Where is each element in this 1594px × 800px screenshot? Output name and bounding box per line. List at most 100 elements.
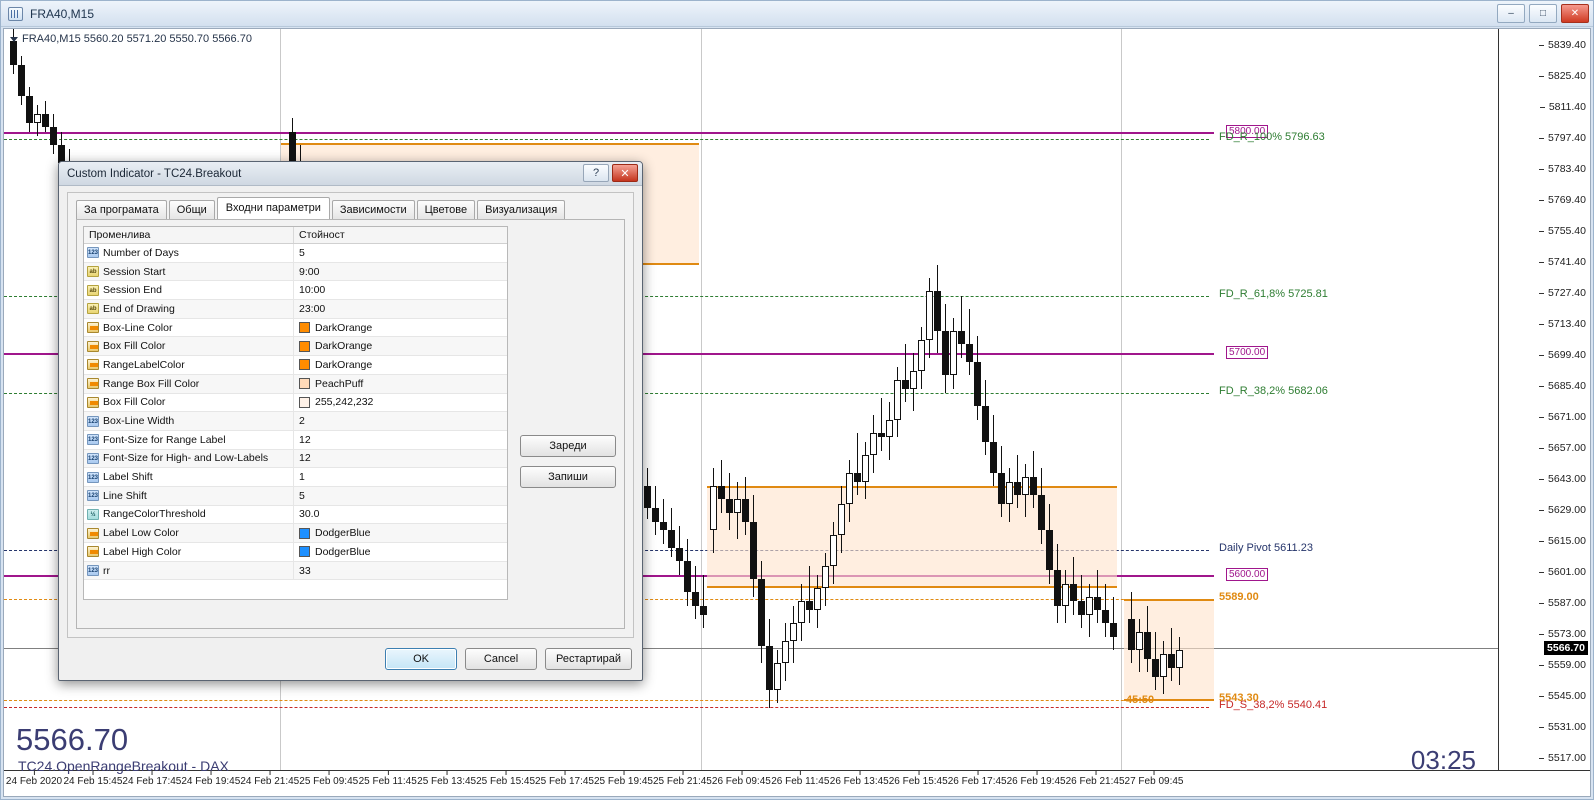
- table-row[interactable]: Label High Color DodgerBlue: [84, 543, 507, 562]
- str-type-icon: ab: [87, 284, 99, 296]
- parameter-value[interactable]: DarkOrange: [315, 359, 372, 371]
- footer-button-1[interactable]: Cancel: [465, 648, 538, 670]
- parameter-value[interactable]: 23:00: [299, 303, 325, 315]
- time-tick: 26 Feb 11:45: [771, 770, 830, 787]
- parameter-value[interactable]: 5: [299, 490, 305, 502]
- color-swatch[interactable]: [299, 546, 310, 558]
- tab-1[interactable]: Общи: [168, 200, 215, 220]
- color-swatch[interactable]: [299, 396, 310, 408]
- price-tick: 5671.00: [1539, 411, 1586, 424]
- price-tick: 5657.00: [1539, 442, 1586, 455]
- color-swatch[interactable]: [299, 359, 310, 371]
- table-row[interactable]: Range Box Fill Color PeachPuff: [84, 374, 507, 394]
- table-row[interactable]: RangeLabelColor DarkOrange: [84, 356, 507, 375]
- parameter-name: Box-Line Color: [103, 321, 173, 334]
- tab-4[interactable]: Цветове: [416, 200, 476, 220]
- help-icon[interactable]: ?: [583, 164, 609, 182]
- table-row[interactable]: Box Fill Color DarkOrange: [84, 337, 507, 357]
- parameter-value[interactable]: 2: [299, 415, 305, 427]
- ohlc-text: FRA40,M15 5560.20 5571.20 5550.70 5566.7…: [22, 33, 252, 45]
- candle-body: [668, 530, 675, 549]
- parameter-value[interactable]: 10:00: [299, 284, 325, 296]
- parameter-name: RangeColorThreshold: [103, 508, 206, 521]
- chart-big-price: 5566.70: [16, 722, 129, 757]
- parameter-name: Session End: [103, 284, 162, 297]
- table-row[interactable]: 123 Font-Size for High- and Low-Labels 12: [84, 449, 507, 469]
- candle-body: [1094, 596, 1101, 611]
- price-tick: 5797.40: [1539, 131, 1586, 144]
- dialog-close-icon[interactable]: ✕: [612, 164, 638, 182]
- tab-0[interactable]: За програмата: [76, 200, 167, 220]
- price-tick: 5601.00: [1539, 566, 1586, 579]
- color-type-icon: [87, 396, 99, 408]
- parameter-value[interactable]: PeachPuff: [315, 378, 363, 390]
- time-tick: 26 Feb 13:45: [829, 770, 889, 787]
- close-button[interactable]: ✕: [1561, 4, 1589, 23]
- table-row[interactable]: 123 Number of Days 5: [84, 244, 507, 263]
- parameter-value[interactable]: DodgerBlue: [315, 546, 370, 558]
- table-row[interactable]: 123 rr 33: [84, 561, 507, 581]
- table-row[interactable]: Box Fill Color 255,242,232: [84, 393, 507, 413]
- minimize-button[interactable]: –: [1497, 4, 1525, 23]
- parameter-value[interactable]: 9:00: [299, 266, 319, 278]
- candle-body: [934, 291, 941, 332]
- table-row[interactable]: ab Session Start 9:00: [84, 262, 507, 282]
- tab-2[interactable]: Входни параметри: [216, 197, 330, 221]
- price-tick: 5517.00: [1539, 752, 1586, 765]
- tab-3[interactable]: Зависимости: [331, 200, 415, 220]
- color-swatch[interactable]: [299, 322, 310, 334]
- table-row[interactable]: Box-Line Color DarkOrange: [84, 318, 507, 338]
- parameter-value[interactable]: DarkOrange: [315, 322, 372, 334]
- table-row[interactable]: 123 Label Shift 1: [84, 468, 507, 487]
- parameters-grid[interactable]: Променлива Стойност 123 Number of Days 5 ab…: [83, 226, 508, 600]
- candle-body: [886, 419, 893, 438]
- float-type-icon: ½: [87, 508, 99, 520]
- int-type-icon: 123: [87, 452, 99, 464]
- color-swatch[interactable]: [299, 378, 310, 390]
- custom-indicator-dialog[interactable]: Custom Indicator - TC24.Breakout ? ✕ За …: [58, 161, 643, 681]
- parameter-value[interactable]: DodgerBlue: [315, 527, 370, 539]
- candle-body: [806, 601, 813, 611]
- table-row[interactable]: ½ RangeColorThreshold 30.0: [84, 505, 507, 525]
- color-swatch[interactable]: [299, 340, 310, 352]
- table-row[interactable]: 123 Box-Line Width 2: [84, 412, 507, 431]
- dialog-footer-buttons[interactable]: OK Cancel Рестартирай: [385, 648, 632, 670]
- grid-side-buttons[interactable]: Зареди Запиши: [520, 435, 616, 488]
- parameter-value[interactable]: 1: [299, 471, 305, 483]
- parameter-value[interactable]: 12: [299, 434, 311, 446]
- table-row[interactable]: 123 Font-Size for Range Label 12: [84, 430, 507, 450]
- price-tick: 5615.00: [1539, 535, 1586, 548]
- chevron-down-icon[interactable]: [10, 36, 18, 42]
- table-row[interactable]: ab End of Drawing 23:00: [84, 300, 507, 319]
- dialog-titlebar: Custom Indicator - TC24.Breakout ? ✕: [59, 162, 642, 186]
- footer-button-0[interactable]: OK: [385, 648, 458, 670]
- side-button-1[interactable]: Запиши: [520, 466, 616, 488]
- parameter-name: Label Shift: [103, 471, 153, 484]
- color-type-icon: [87, 378, 99, 390]
- footer-button-2[interactable]: Рестартирай: [545, 648, 632, 670]
- parameter-value[interactable]: DarkOrange: [315, 340, 372, 352]
- parameter-value[interactable]: 33: [299, 565, 311, 577]
- table-row[interactable]: Label Low Color DodgerBlue: [84, 524, 507, 543]
- maximize-button[interactable]: □: [1529, 4, 1557, 23]
- color-swatch[interactable]: [299, 527, 310, 539]
- table-row[interactable]: 123 Line Shift 5: [84, 486, 507, 506]
- parameter-value[interactable]: 5: [299, 247, 305, 259]
- side-button-0[interactable]: Зареди: [520, 435, 616, 457]
- level-label: Daily Pivot 5611.23: [1219, 541, 1313, 554]
- int-type-icon: 123: [87, 434, 99, 446]
- price-tick: 5755.40: [1539, 224, 1586, 237]
- level-label: 5543.30: [1219, 692, 1259, 705]
- dialog-tabs[interactable]: За програмата Общи Входни параметри Зависим…: [76, 197, 567, 221]
- candle-body: [790, 623, 797, 642]
- price-axis[interactable]: 5839.40 5825.40 5811.40 5797.40 5783.40 5769.…: [1498, 29, 1590, 770]
- table-row[interactable]: ab Session End 10:00: [84, 281, 507, 301]
- tab-5[interactable]: Визуализация: [477, 200, 566, 220]
- parameter-value[interactable]: 30.0: [299, 508, 319, 520]
- time-axis[interactable]: 24 Feb 2020 24 Feb 15:45 24 Feb 17:45 24 Fe…: [4, 770, 1590, 796]
- price-tick: 5629.00: [1539, 504, 1586, 517]
- candle-body: [750, 521, 757, 580]
- parameter-value[interactable]: 255,242,232: [315, 396, 373, 408]
- candle-body: [1144, 632, 1151, 659]
- parameter-value[interactable]: 12: [299, 452, 311, 464]
